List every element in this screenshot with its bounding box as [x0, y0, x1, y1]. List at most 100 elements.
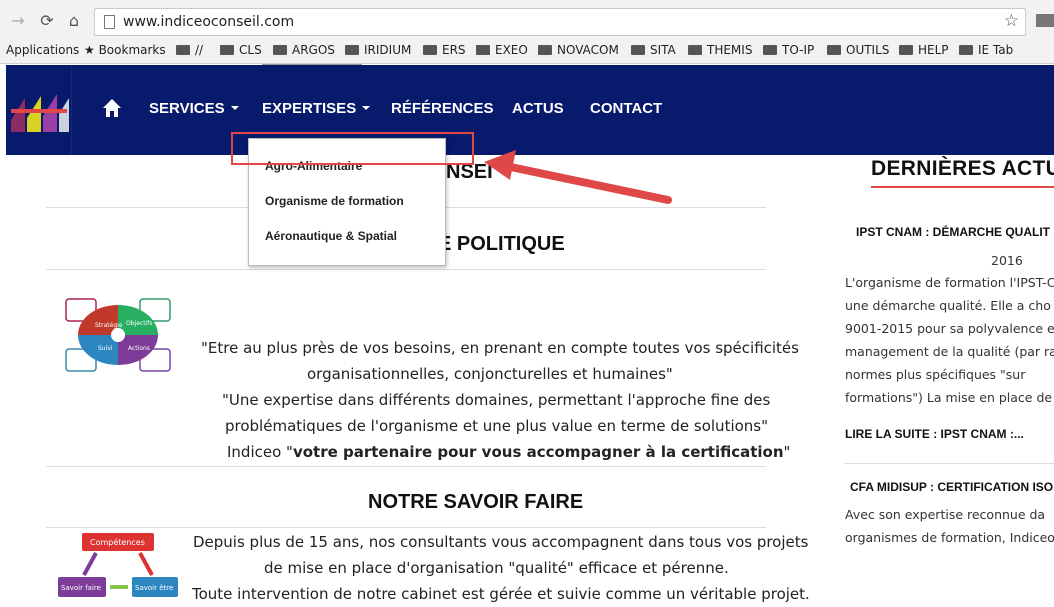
bookmark-label: HELP [918, 43, 949, 57]
news-item-text: L'organisme de formation l'IPST-CN [845, 275, 1054, 290]
chevron-down-icon [362, 106, 371, 110]
bookmark-label: EXEO [495, 43, 528, 57]
news-item-text: 9001-2015 pour sa polyvalence et [845, 321, 1054, 336]
news-item-text: management de la qualité (par ra [845, 344, 1054, 359]
politique-line-partner: Indiceo "votre partenaire pour vous acco… [227, 439, 790, 465]
bookmark-folder[interactable]: OUTILS [827, 43, 889, 57]
folder-icon [959, 45, 973, 55]
text: Indiceo " [227, 443, 293, 461]
politique-line: problématiques de l'organisme et une plu… [225, 417, 769, 435]
address-bar[interactable]: www.indiceoconseil.com ☆ [94, 8, 1026, 36]
news-item-title[interactable]: IPST CNAM : DÉMARCHE QUALIT [856, 225, 1050, 239]
star-icon: ★ [84, 43, 99, 57]
bookmark-folder[interactable]: ARGOS [273, 43, 335, 57]
folder-icon [538, 45, 552, 55]
bookmark-label: OUTILS [846, 43, 890, 57]
nav-label: CONTACT [590, 100, 663, 117]
bookmark-label: ARGOS [292, 43, 335, 57]
nav-label: ACTUS [512, 100, 564, 117]
bookmark-label: IRIDIUM [364, 43, 412, 57]
back-icon[interactable]: → [8, 11, 28, 31]
diagram-label: Actions [128, 345, 150, 352]
annotation-highlight-box [231, 132, 474, 165]
bookmark-label: IE Tab [978, 43, 1014, 57]
news-item-text: normes plus spécifiques "sur [845, 367, 1026, 382]
politique-diagram-image: Stratégie Objectifs Suivi Actions [65, 298, 171, 372]
folder-icon [220, 45, 234, 55]
news-item-text: organismes de formation, Indiceo [845, 530, 1054, 545]
bookmark-label: THEMIS [707, 43, 753, 57]
dropdown-item-aeronautique[interactable]: Aéronautique & Spatial [265, 229, 397, 243]
politique-line: "Etre au plus près de vos besoins, en pr… [201, 339, 799, 357]
nav-label: RÉFÉRENCES [391, 100, 494, 117]
bookmark-folder[interactable]: SITA [631, 43, 676, 57]
bookmark-folder[interactable]: NOVACOM [538, 43, 619, 57]
bookmark-star-icon[interactable]: ☆ [1004, 11, 1019, 31]
news-item-title[interactable]: CFA MIDISUP : CERTIFICATION ISO [850, 480, 1053, 494]
site-navbar: SERVICES EXPERTISES RÉFÉRENCES ACTUS CON… [6, 65, 1054, 155]
nav-contact[interactable]: CONTACT [590, 100, 662, 117]
bookmark-folder[interactable]: // [176, 43, 203, 57]
news-item-text: une démarche qualité. Elle a cho [845, 298, 1051, 313]
page-icon [104, 15, 115, 29]
brand-logo[interactable] [11, 92, 69, 132]
news-item-date: 2016 [991, 253, 1023, 268]
divider [46, 527, 766, 528]
bookmark-folder[interactable]: HELP [899, 43, 949, 57]
savoir-diagram-image: Compétences Savoir faire Savoir être [58, 533, 178, 597]
bookmark-bookmarks[interactable]: ★ Bookmarks [84, 43, 166, 57]
nav-references[interactable]: RÉFÉRENCES [391, 100, 494, 117]
news-title: DERNIÈRES ACTU [871, 157, 1054, 180]
diagram-label: Suivi [98, 345, 113, 352]
divider [46, 466, 766, 467]
home-icon[interactable] [102, 98, 122, 118]
folder-icon [273, 45, 287, 55]
savoir-line: Depuis plus de 15 ans, nos consultants v… [193, 533, 809, 551]
nav-expertises[interactable]: EXPERTISES [262, 100, 371, 117]
url-text[interactable]: www.indiceoconseil.com [123, 14, 294, 30]
diagram-label: Objectifs [126, 320, 152, 327]
folder-icon [763, 45, 777, 55]
bookmark-folder[interactable]: IE Tab [959, 43, 1013, 57]
bookmark-folder[interactable]: ERS [423, 43, 466, 57]
dropdown-item-formation[interactable]: Organisme de formation [265, 194, 404, 208]
diagram-label: Savoir être [135, 584, 173, 592]
bookmarks-bar: Applications ★ Bookmarks // CLS ARGOS IR… [0, 40, 1054, 64]
nav-label: EXPERTISES [262, 100, 357, 117]
diagram-label: Savoir faire [61, 584, 101, 592]
bookmark-label: Bookmarks [98, 43, 166, 57]
bookmark-folder[interactable]: IRIDIUM [345, 43, 411, 57]
nav-actus[interactable]: ACTUS [512, 100, 564, 117]
website: SERVICES EXPERTISES RÉFÉRENCES ACTUS CON… [6, 65, 1054, 603]
folder-icon [827, 45, 841, 55]
bookmark-applications[interactable]: Applications [6, 43, 79, 57]
logo-divider [71, 65, 72, 155]
bookmark-label: CLS [239, 43, 262, 57]
bookmark-folder[interactable]: EXEO [476, 43, 528, 57]
news-item-text: Avec son expertise reconnue da [845, 507, 1046, 522]
politique-line: "Une expertise dans différents domaines,… [222, 391, 771, 409]
nav-services[interactable]: SERVICES [149, 100, 239, 117]
bookmark-folder[interactable]: CLS [220, 43, 262, 57]
mail-icon[interactable] [1036, 14, 1054, 27]
news-read-more-link[interactable]: LIRE LA SUITE : IPST CNAM :... [845, 427, 1024, 441]
bookmark-folder[interactable]: THEMIS [688, 43, 752, 57]
chevron-down-icon [230, 106, 239, 110]
text-bold: votre partenaire pour vous accompagner à… [292, 443, 784, 461]
bookmark-folder[interactable]: TO-IP [763, 43, 814, 57]
folder-icon [423, 45, 437, 55]
annotation-arrow-icon [484, 150, 672, 204]
news-item-text: formations") La mise en place de la [845, 390, 1054, 405]
bookmark-label: Applications [6, 43, 80, 57]
savoir-line: Toute intervention de notre cabinet est … [192, 585, 810, 603]
home-icon[interactable]: ⌂ [64, 11, 84, 31]
news-sidebar: DERNIÈRES ACTU IPST CNAM : DÉMARCHE QUAL… [844, 155, 1054, 551]
bookmark-label: NOVACOM [557, 43, 619, 57]
politique-title: E POLITIQUE [438, 233, 565, 255]
folder-icon [899, 45, 913, 55]
nav-label: SERVICES [149, 100, 225, 117]
divider [46, 269, 766, 270]
folder-icon [688, 45, 702, 55]
reload-icon[interactable]: ⟳ [37, 11, 57, 31]
savoir-title: NOTRE SAVOIR FAIRE [368, 491, 584, 513]
